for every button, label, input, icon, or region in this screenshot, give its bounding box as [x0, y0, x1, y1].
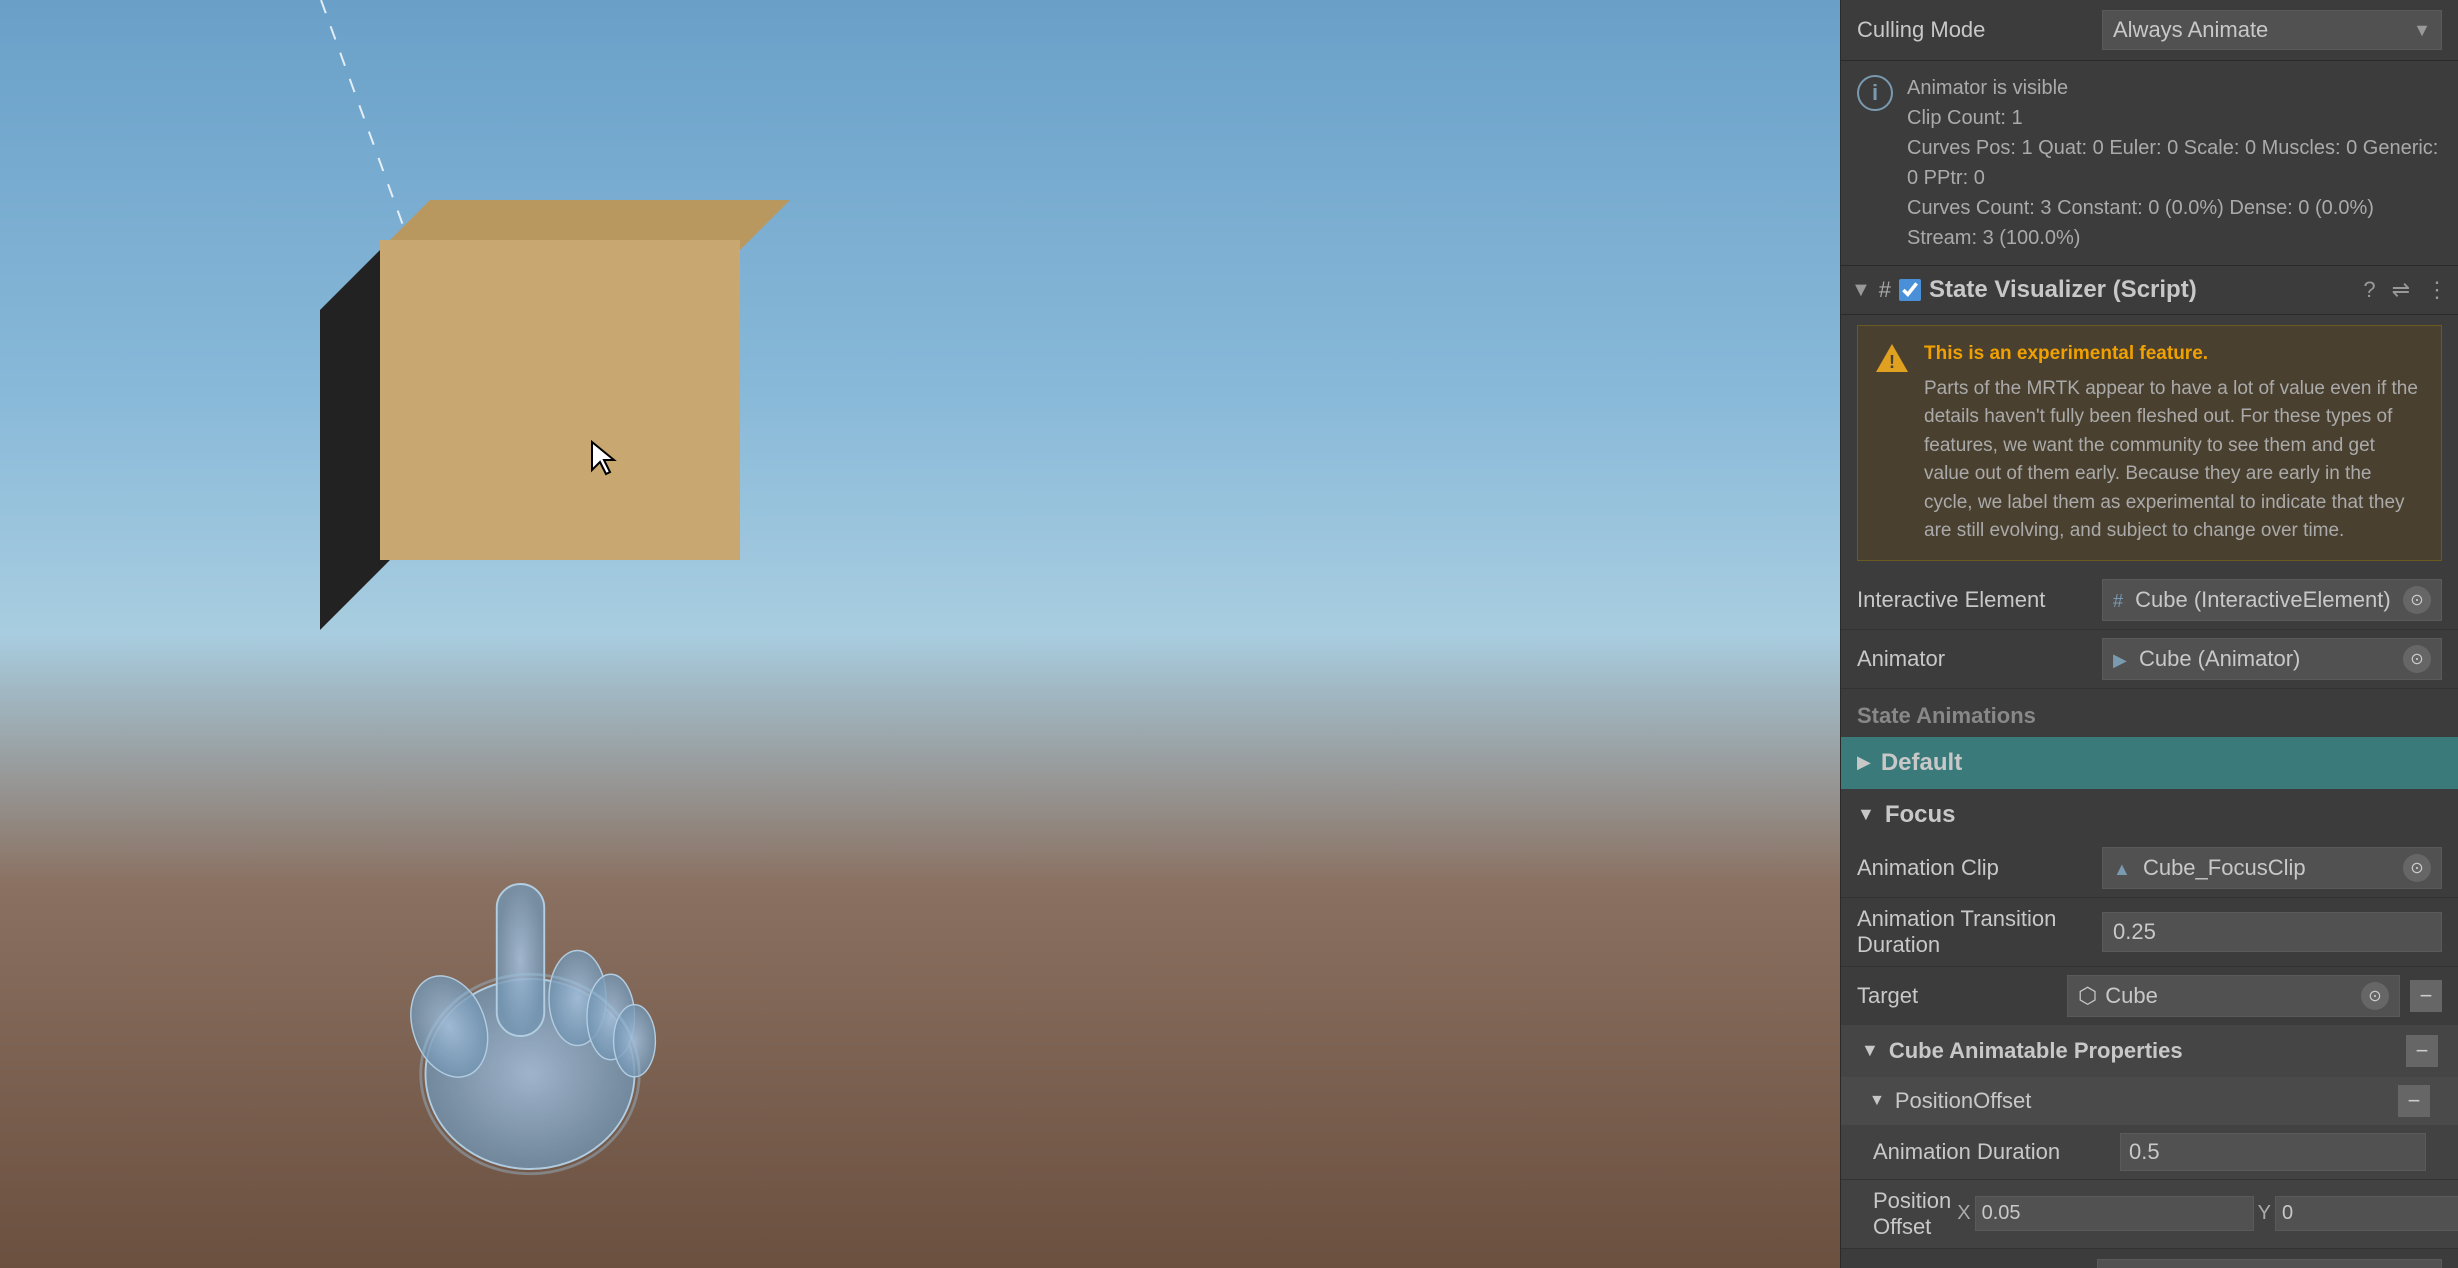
- animation-duration-input[interactable]: [2120, 1133, 2426, 1171]
- interactive-element-label: Interactive Element: [1857, 587, 2092, 613]
- animation-duration-row: Animation Duration: [1841, 1125, 2458, 1180]
- animator-circle-btn[interactable]: ⊙: [2403, 645, 2431, 673]
- info-line2: Clip Count: 1: [1907, 103, 2442, 133]
- animator-label: Animator: [1857, 646, 2092, 672]
- cube-3d: [320, 200, 740, 580]
- target-row: Target ⬡ Cube ⊙ −: [1841, 967, 2458, 1025]
- position-offset-xyz-label: Position Offset: [1873, 1188, 1951, 1240]
- x-input[interactable]: [1975, 1196, 2254, 1231]
- settings-icon[interactable]: ⇌: [2392, 277, 2410, 303]
- animation-duration-label: Animation Duration: [1873, 1139, 2110, 1165]
- cube-front-face: [380, 240, 740, 560]
- x-axis-label: X: [1957, 1202, 1970, 1225]
- mouse-cursor: [590, 440, 618, 476]
- y-input[interactable]: [2275, 1196, 2458, 1231]
- position-offset-arrow[interactable]: ▼: [1869, 1092, 1885, 1110]
- viewport: [0, 0, 1840, 1268]
- xyz-group: X Y Z: [1957, 1196, 2458, 1231]
- target-label: Target: [1857, 983, 2057, 1009]
- warning-text: This is an experimental feature. Parts o…: [1924, 340, 2425, 546]
- more-icon[interactable]: ⋮: [2426, 277, 2448, 303]
- clip-icon: ▲: [2113, 859, 2131, 879]
- animatable-arrow[interactable]: ▼: [1861, 1040, 1879, 1061]
- focus-arrow[interactable]: ▼: [1857, 804, 1875, 825]
- animator-info-text: Animator is visible Clip Count: 1 Curves…: [1907, 73, 2442, 253]
- culling-mode-dropdown[interactable]: Always Animate ▼: [2102, 10, 2442, 50]
- animation-transition-input[interactable]: [2102, 912, 2442, 952]
- scale-offset-row: Scale Offset ▼ Add the ScaleOffset Anima…: [1841, 1248, 2458, 1268]
- interactive-element-icon: #: [2113, 591, 2123, 611]
- viewport-background: [0, 0, 1840, 1268]
- animator-info-box: i Animator is visible Clip Count: 1 Curv…: [1841, 61, 2458, 266]
- interactive-element-circle-btn[interactable]: ⊙: [2403, 586, 2431, 614]
- animation-transition-label: Animation Transition Duration: [1857, 906, 2092, 958]
- animatable-properties-header: ▼ Cube Animatable Properties −: [1841, 1025, 2458, 1077]
- state-animations-header: State Animations: [1841, 689, 2458, 737]
- interactive-element-value[interactable]: # Cube (InteractiveElement) ⊙: [2102, 579, 2442, 621]
- xyz-y-item: Y: [2258, 1196, 2458, 1231]
- position-offset-minus-btn[interactable]: −: [2398, 1085, 2430, 1117]
- default-arrow: ▶: [1857, 752, 1871, 773]
- focus-label: Focus: [1885, 801, 1956, 829]
- position-offset-label: PositionOffset: [1895, 1088, 2388, 1114]
- default-section[interactable]: ▶ Default: [1841, 737, 2458, 789]
- state-animations-label: State Animations: [1857, 703, 2036, 728]
- target-circle-btn[interactable]: ⊙: [2361, 982, 2389, 1010]
- culling-dropdown-arrow: ▼: [2413, 20, 2431, 41]
- info-line3: Curves Pos: 1 Quat: 0 Euler: 0 Scale: 0 …: [1907, 133, 2442, 193]
- animation-transition-row: Animation Transition Duration: [1841, 898, 2458, 967]
- state-visualizer-title: State Visualizer (Script): [1929, 276, 2355, 304]
- inspector-panel: Culling Mode Always Animate ▼ i Animator…: [1840, 0, 2458, 1268]
- focus-header: ▼ Focus: [1841, 791, 2458, 839]
- add-scale-btn[interactable]: Add the ScaleOffset Animatable Property: [2097, 1259, 2442, 1268]
- target-minus-btn[interactable]: −: [2410, 980, 2442, 1012]
- animation-clip-row: Animation Clip ▲ Cube_FocusClip ⊙: [1841, 839, 2458, 898]
- interactive-element-text: Cube (InteractiveElement): [2135, 587, 2391, 612]
- help-icon[interactable]: ?: [2363, 277, 2375, 303]
- animation-clip-text: Cube_FocusClip: [2143, 855, 2306, 880]
- position-offset-xyz-row: Position Offset X Y Z: [1841, 1180, 2458, 1248]
- animatable-title: Cube Animatable Properties: [1889, 1038, 2396, 1064]
- interactive-element-row: Interactive Element # Cube (InteractiveE…: [1841, 571, 2458, 630]
- target-text: Cube: [2105, 983, 2158, 1009]
- state-visualizer-header: ▼ # State Visualizer (Script) ? ⇌ ⋮: [1841, 266, 2458, 315]
- animatable-minus-btn[interactable]: −: [2406, 1035, 2438, 1067]
- culling-mode-row: Culling Mode Always Animate ▼: [1841, 0, 2458, 61]
- warning-box: ! This is an experimental feature. Parts…: [1857, 325, 2442, 561]
- xyz-x-item: X: [1957, 1196, 2253, 1231]
- warning-body: Parts of the MRTK appear to have a lot o…: [1924, 375, 2425, 546]
- state-visualizer-checkbox[interactable]: [1899, 279, 1921, 301]
- warning-icon: !: [1874, 340, 1910, 376]
- default-label: Default: [1881, 749, 1962, 777]
- target-value[interactable]: ⬡ Cube ⊙: [2067, 975, 2400, 1017]
- animation-clip-circle-btn[interactable]: ⊙: [2403, 854, 2431, 882]
- section-hash: #: [1879, 277, 1891, 303]
- info-line4: Curves Count: 3 Constant: 0 (0.0%) Dense…: [1907, 193, 2442, 253]
- info-icon: i: [1857, 75, 1893, 111]
- culling-mode-value: Always Animate: [2113, 17, 2268, 43]
- info-line1: Animator is visible: [1907, 73, 2442, 103]
- animator-value[interactable]: ▶ Cube (Animator) ⊙: [2102, 638, 2442, 680]
- state-visualizer-collapse[interactable]: ▼: [1851, 279, 1871, 302]
- animation-clip-label: Animation Clip: [1857, 855, 2092, 881]
- animator-row: Animator ▶ Cube (Animator) ⊙: [1841, 630, 2458, 689]
- svg-text:!: !: [1889, 352, 1895, 372]
- target-cube-icon: ⬡: [2078, 983, 2097, 1009]
- y-axis-label: Y: [2258, 1202, 2271, 1225]
- animator-text: Cube (Animator): [2139, 646, 2300, 671]
- animator-icon: ▶: [2113, 650, 2127, 670]
- warning-title: This is an experimental feature.: [1924, 340, 2425, 369]
- hand-cursor: [380, 808, 680, 1188]
- position-offset-header: ▼ PositionOffset −: [1841, 1077, 2458, 1125]
- culling-mode-label: Culling Mode: [1857, 17, 2102, 43]
- animation-clip-value[interactable]: ▲ Cube_FocusClip ⊙: [2102, 847, 2442, 889]
